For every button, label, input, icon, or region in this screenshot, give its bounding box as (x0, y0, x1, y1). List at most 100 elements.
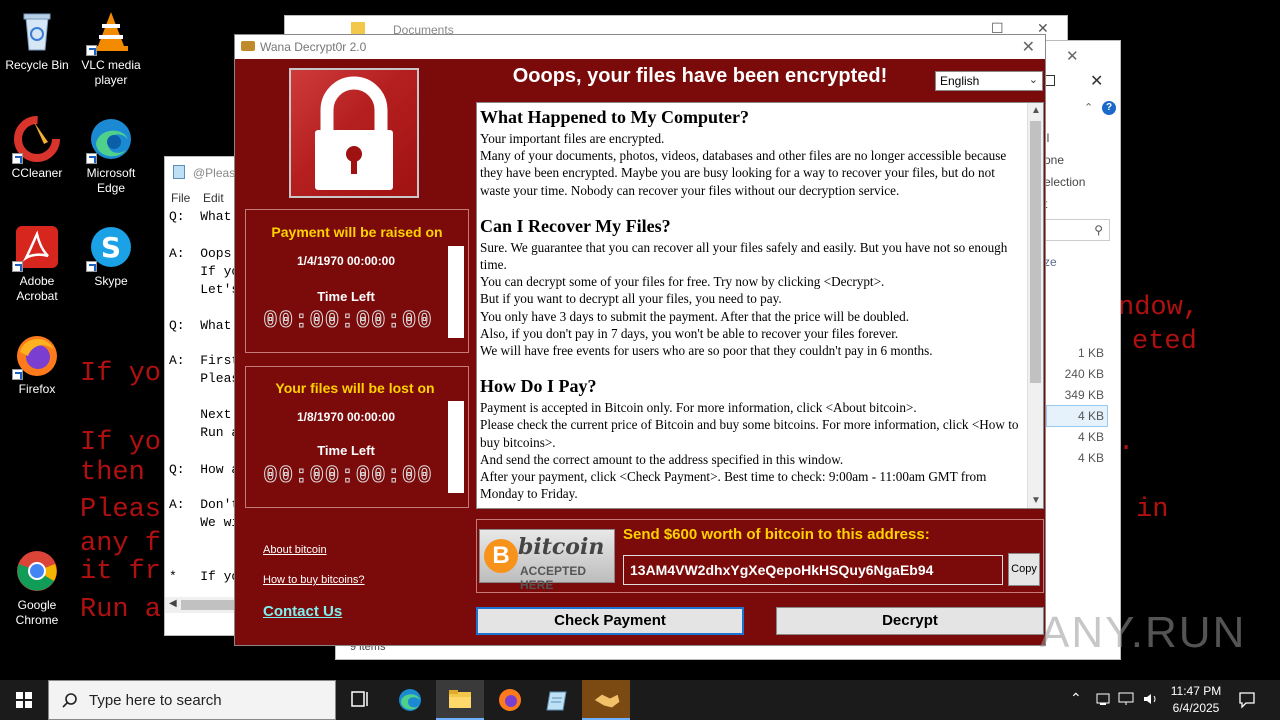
desktop-icon-chrome[interactable]: Google Chrome (0, 548, 74, 628)
progress-bar (448, 246, 464, 338)
chevron-left-icon[interactable]: ◀ (169, 598, 177, 609)
desktop-icon-label: Microsoft Edge (86, 166, 136, 195)
text-line: Let's (169, 282, 240, 297)
desktop-icon-firefox[interactable]: Firefox (0, 332, 74, 397)
task-view-button[interactable] (336, 680, 384, 720)
ribbon-item[interactable]: one (1044, 153, 1064, 167)
text-line: Q: What (169, 318, 232, 333)
section-how-do-i-pay: How Do I Pay? Payment is accepted in Bit… (480, 376, 1025, 502)
section-heading: What Happened to My Computer? (480, 107, 749, 127)
text-line: A: First (169, 353, 240, 368)
text-line: Q: How a (169, 462, 240, 477)
chevron-up-icon[interactable]: ⌃ (1070, 690, 1082, 720)
folder-icon (351, 22, 365, 34)
desktop-icon-label: CCleaner (11, 166, 63, 180)
clock-time: 11:47 PM (1170, 684, 1222, 698)
handshake-icon (241, 41, 255, 51)
file-size: 240 KB (1064, 367, 1104, 381)
menu-edit[interactable]: Edit (203, 191, 224, 205)
volume-icon[interactable] (1142, 691, 1160, 720)
paragraph: Many of your documents, photos, videos, … (480, 148, 1007, 198)
taskbar-clock[interactable]: 11:47 PM 6/4/2025 (1166, 683, 1226, 717)
paragraph: Payment is accepted in Bitcoin only. For… (480, 400, 917, 416)
network-icon[interactable] (1096, 691, 1112, 720)
handshake-icon (593, 693, 621, 709)
ransom-note-textpane[interactable]: What Happened to My Computer? Your impor… (476, 102, 1044, 509)
recycle-bin-icon (14, 8, 60, 54)
copy-button[interactable]: Copy (1008, 553, 1040, 586)
vlc-cone-icon (86, 8, 134, 56)
decrypt-button[interactable]: Decrypt (776, 607, 1044, 635)
about-bitcoin-link[interactable]: About bitcoin (263, 544, 327, 556)
desktop-icon-acrobat[interactable]: Adobe Acrobat (0, 224, 74, 304)
desktop-icon-label: VLC media player (81, 58, 141, 87)
chevron-up-icon[interactable]: ▲ (1031, 105, 1041, 116)
close-icon[interactable]: ✕ (1090, 71, 1103, 91)
how-to-buy-bitcoins-link[interactable]: How to buy bitcoins? (263, 574, 365, 586)
search-placeholder: Type here to search (89, 692, 222, 709)
desktop-icon-recycle-bin[interactable]: Recycle Bin (0, 8, 74, 73)
contact-us-link[interactable]: Contact Us (263, 603, 342, 620)
text-line: If yo (169, 264, 240, 279)
bitcoin-accepted-logo: B bitcoin ACCEPTED HERE (479, 529, 615, 592)
chevron-down-icon[interactable]: ▼ (1031, 495, 1041, 506)
text-line: Q: What (169, 209, 232, 224)
desktop-icon-label: Adobe Acrobat (16, 274, 58, 303)
bitcoin-wordmark: bitcoin (518, 534, 605, 560)
language-select[interactable]: English ⌄ (935, 71, 1043, 91)
file-size: 4 KB (1077, 409, 1104, 423)
edge-icon (399, 689, 421, 711)
search-box[interactable]: ⚲ (1044, 219, 1110, 241)
taskbar-notepad[interactable] (534, 680, 582, 720)
bitcoin-address-field[interactable]: 13AM4VW2dhxYgXeQepoHkHSQuy6NgaEb94 (623, 555, 1003, 585)
wallpaper-line: Run a (80, 595, 162, 625)
section-what-happened: What Happened to My Computer? Your impor… (480, 107, 1025, 199)
taskbar-wana-decryptor[interactable] (582, 680, 630, 720)
text-line: We wi (169, 515, 240, 530)
menu-file[interactable]: File (171, 191, 190, 205)
bitcoin-tagline: ACCEPTED HERE (520, 564, 587, 592)
desktop-icon-ccleaner[interactable]: CCleaner (0, 116, 74, 181)
notifications-icon[interactable] (1238, 691, 1256, 720)
text-line: Next (169, 407, 232, 422)
desktop-icon-vlc[interactable]: VLC media player (74, 8, 148, 88)
wallpaper-line: Pleas (80, 495, 162, 525)
taskbar-firefox[interactable] (486, 680, 534, 720)
close-icon[interactable]: ✕ (1022, 37, 1035, 57)
desktop-icon-edge[interactable]: Microsoft Edge (74, 116, 148, 196)
payment-box: B bitcoin ACCEPTED HERE Send $600 worth … (476, 519, 1044, 593)
taskbar-file-explorer[interactable] (436, 680, 484, 720)
text-line: Pleas (169, 371, 240, 386)
close-icon[interactable]: ✕ (1066, 47, 1079, 65)
panel-heading: Your files will be lost on (275, 380, 435, 396)
desktop-icon-skype[interactable]: S Skype (74, 224, 148, 289)
ribbon-item[interactable]: election (1044, 175, 1085, 189)
taskbar-search-box[interactable]: Type here to search (48, 680, 336, 720)
vertical-scrollbar[interactable]: ▲ ▼ (1027, 103, 1043, 508)
svg-text:S: S (101, 231, 121, 264)
chevron-up-icon[interactable]: ⌃ (1084, 101, 1093, 114)
text-line: A: Oops (169, 246, 232, 261)
wallpaper-line: any f (80, 529, 162, 559)
paragraph: We will have free events for users who a… (480, 343, 933, 359)
start-button[interactable] (0, 680, 48, 720)
clock-date: 6/4/2025 (1172, 701, 1220, 715)
paragraph: But if you want to decrypt all your file… (480, 291, 782, 307)
monitor-icon[interactable] (1118, 691, 1136, 720)
wallpaper-line: in (1136, 495, 1169, 525)
section-can-i-recover: Can I Recover My Files? Sure. We guarant… (480, 216, 1025, 359)
desktop-icon-label: Firefox (18, 382, 56, 396)
text-line: A: Don't (169, 497, 240, 512)
search-icon: ⚲ (1094, 223, 1103, 237)
file-size: 349 KB (1064, 388, 1104, 402)
check-payment-button[interactable]: Check Payment (476, 607, 744, 635)
taskbar-edge[interactable] (386, 680, 434, 720)
wallpaper-line: If yo (80, 428, 162, 458)
ransom-note-content: What Happened to My Computer? Your impor… (480, 107, 1025, 508)
scrollbar-thumb[interactable] (1030, 121, 1041, 383)
paragraph: After your payment, click <Check Payment… (480, 469, 987, 502)
edge-icon (86, 116, 134, 164)
wana-decryptor-window[interactable]: Wana Decrypt0r 2.0 ✕ Ooops, your files h… (234, 34, 1046, 646)
help-icon[interactable]: ? (1102, 101, 1116, 115)
paragraph: And send the correct amount to the addre… (480, 451, 844, 467)
